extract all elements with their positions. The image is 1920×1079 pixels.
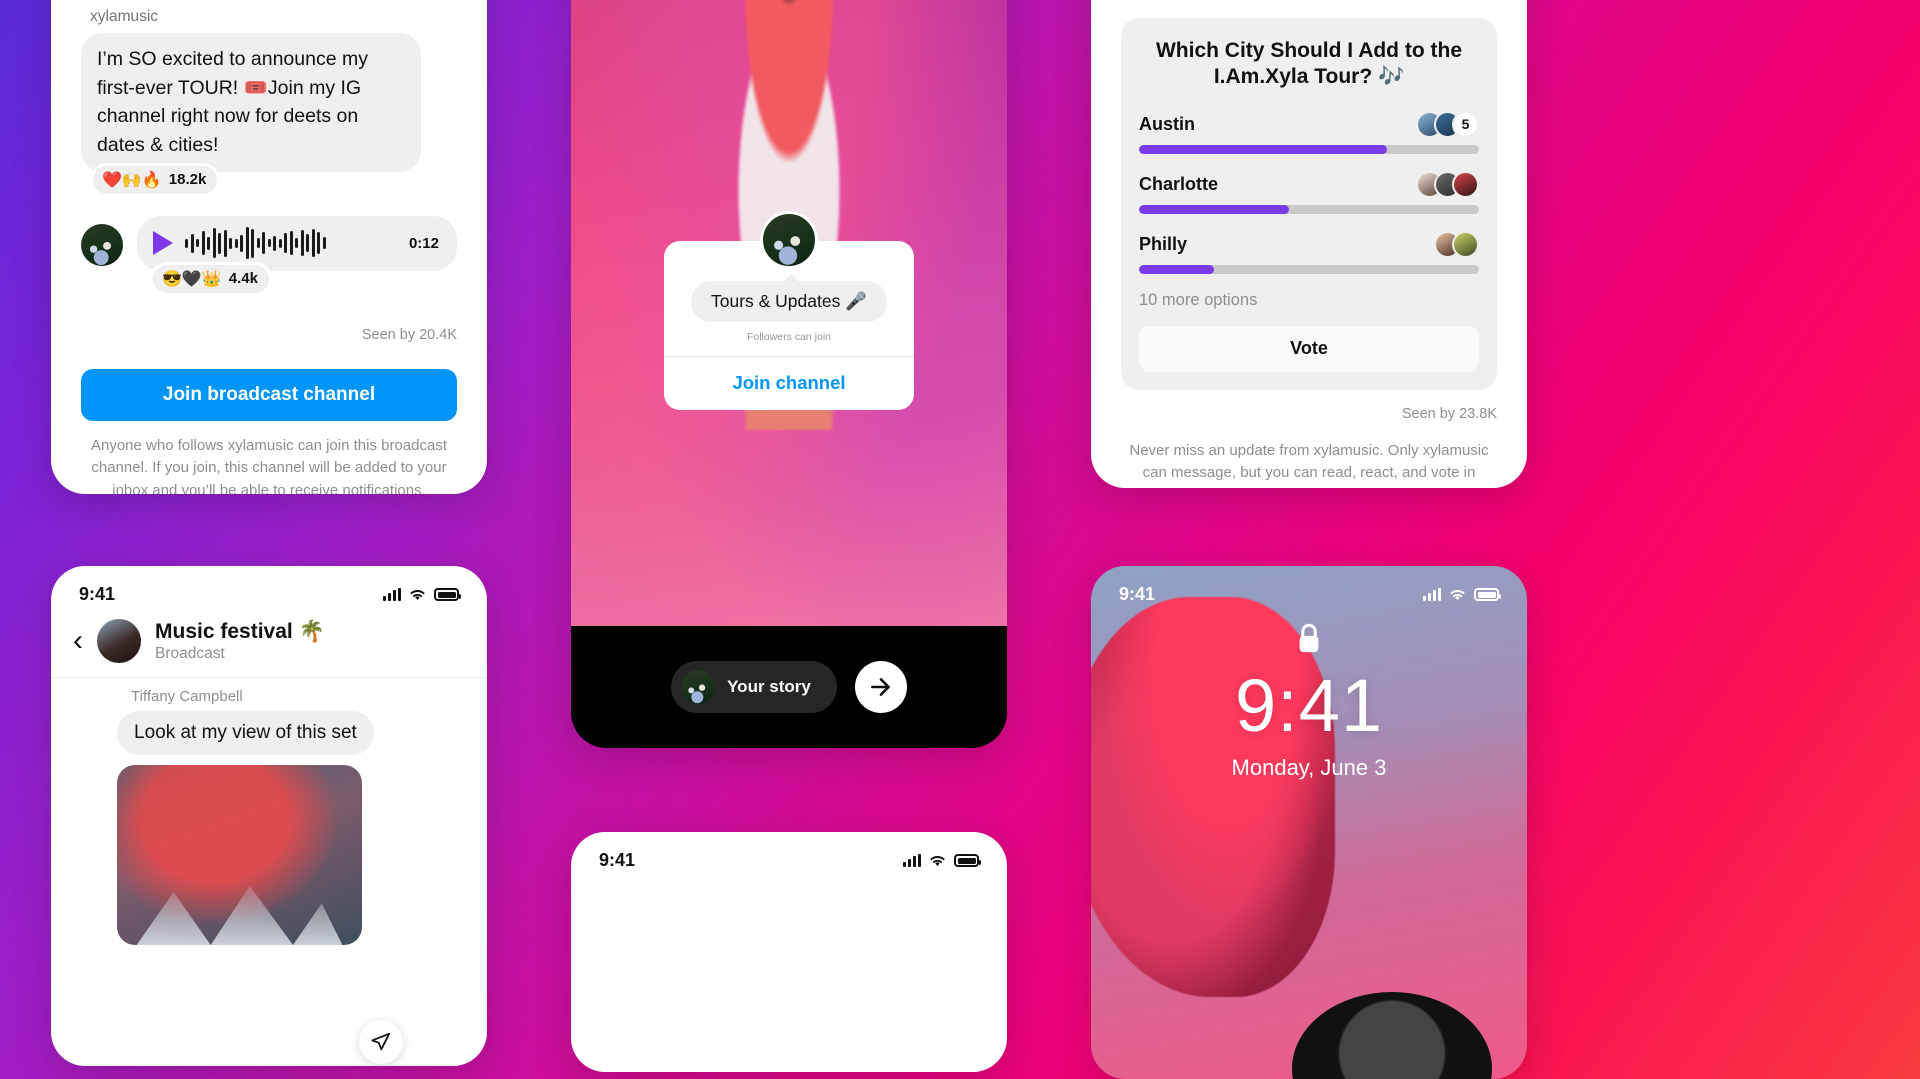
arrow-right-icon [870,678,890,696]
status-time: 9:41 [79,584,116,604]
seen-by-label: Seen by 20.4K [361,326,457,343]
chat-message-bubble: Look at my view of this set [117,711,374,755]
join-channel-button[interactable]: Join channel [664,356,914,410]
play-icon[interactable] [153,231,173,256]
wifi-icon [930,855,945,866]
lockscreen-card: 9:41 9:41 Monday, June 3 [1091,566,1527,1079]
poll-note: Never miss an update from xylamusic. Onl… [1129,441,1489,489]
story-footer: Your story [571,626,1007,748]
wifi-icon [1450,589,1465,600]
status-time: 9:41 [1119,584,1156,604]
avatar [760,211,818,269]
poll-box: Which City Should I Add to the I.Am.Xyla… [1121,18,1497,390]
bottom-center-card: 9:41 [571,832,1007,1072]
your-story-button[interactable]: Your story [671,661,837,713]
channel-name-chip: Tours & Updates 🎤 [690,274,888,322]
send-icon [371,1032,391,1051]
reaction-emojis: ❤️🙌🔥 [102,171,162,189]
avatar [1452,230,1479,258]
voice-duration: 0:12 [408,234,439,252]
signal-bars-icon [1423,588,1441,601]
poll-bar [1139,144,1479,154]
reaction-count: 4.4k [228,270,258,288]
poll-option-philly[interactable]: Philly [1139,230,1479,274]
chat-subtitle: Broadcast [155,644,225,662]
avatar[interactable] [97,619,141,663]
poll-option-charlotte[interactable]: Charlotte [1139,170,1479,214]
voter-avatars [1416,170,1479,198]
status-bar: 9:41 [571,832,1007,875]
join-broadcast-channel-button[interactable]: Join broadcast channel [81,368,457,421]
send-story-button[interactable] [854,661,907,713]
poll-bar [1139,204,1479,214]
chat-header: ‹ Music festival 🌴 Broadcast [51,609,487,678]
chat-photo-attachment[interactable] [117,765,362,945]
send-button[interactable] [359,1020,403,1064]
battery-icon [954,854,981,867]
chevron-left-icon[interactable]: ‹ [73,626,83,656]
broadcast-message-bubble: I’m SO excited to announce my first-ever… [81,33,421,172]
story-phone-card: Tours & Updates 🎤 Followers can join Joi… [571,0,1007,748]
voter-count-badge: 5 [1452,110,1479,138]
status-bar: 9:41 [1091,566,1527,623]
message-sender: Tiffany Campbell [131,688,243,705]
lock-time: 9:41 [1234,664,1384,747]
broadcast-handle: xylamusic [90,8,159,25]
voice-note-bubble[interactable]: 0:12 [137,215,457,271]
seen-by-label: Seen by 23.8K [1401,405,1497,422]
voice-note-row: 0:12 [81,215,457,271]
lock-icon [1091,620,1527,663]
chat-card: 9:41 ‹ Music festival 🌴 Broadcast Tiffan… [51,566,487,1066]
voter-avatars [1434,230,1479,258]
signal-bars-icon [383,588,401,601]
poll-option-austin[interactable]: Austin 5 [1139,110,1479,154]
reaction-emojis: 😎🖤👑 [162,270,222,288]
poll-option-label: Austin [1139,113,1195,134]
your-story-label: Your story [727,677,811,696]
battery-icon [1474,588,1501,601]
waveform-icon [185,226,397,260]
broadcast-preview-card: xylamusic I’m SO excited to announce my … [51,0,487,494]
voter-avatars: 5 [1416,110,1479,138]
status-time: 9:41 [599,850,636,870]
poll-card: Which City Should I Add to the I.Am.Xyla… [1091,0,1527,488]
lock-clock: 9:41 Monday, June 3 [1091,620,1527,781]
followers-note: Followers can join [746,331,832,343]
reaction-count: 18.2k [168,171,207,189]
poll-option-label: Philly [1139,233,1188,254]
battery-icon [434,588,461,601]
avatar [81,223,123,266]
wifi-icon [410,589,425,600]
poll-bar [1139,264,1479,274]
poll-question: Which City Should I Add to the I.Am.Xyla… [1155,39,1463,89]
status-bar: 9:41 [51,566,487,609]
broadcast-note: Anyone who follows xylamusic can join th… [90,436,447,494]
voice-reaction-pill[interactable]: 😎🖤👑 4.4k [153,264,269,293]
channel-invite-card: Tours & Updates 🎤 Followers can join Joi… [664,211,914,410]
poll-option-label: Charlotte [1139,173,1219,194]
disc-photo [1291,991,1493,1079]
message-reaction-pill[interactable]: ❤️🙌🔥 18.2k [93,165,218,194]
avatar [681,670,716,704]
poll-more-options[interactable]: 10 more options [1139,291,1479,310]
signal-bars-icon [903,854,921,867]
chat-title: Music festival 🌴 [155,619,325,643]
vote-button[interactable]: Vote [1139,325,1479,372]
avatar [1452,170,1479,198]
lock-date: Monday, June 3 [1231,755,1387,780]
